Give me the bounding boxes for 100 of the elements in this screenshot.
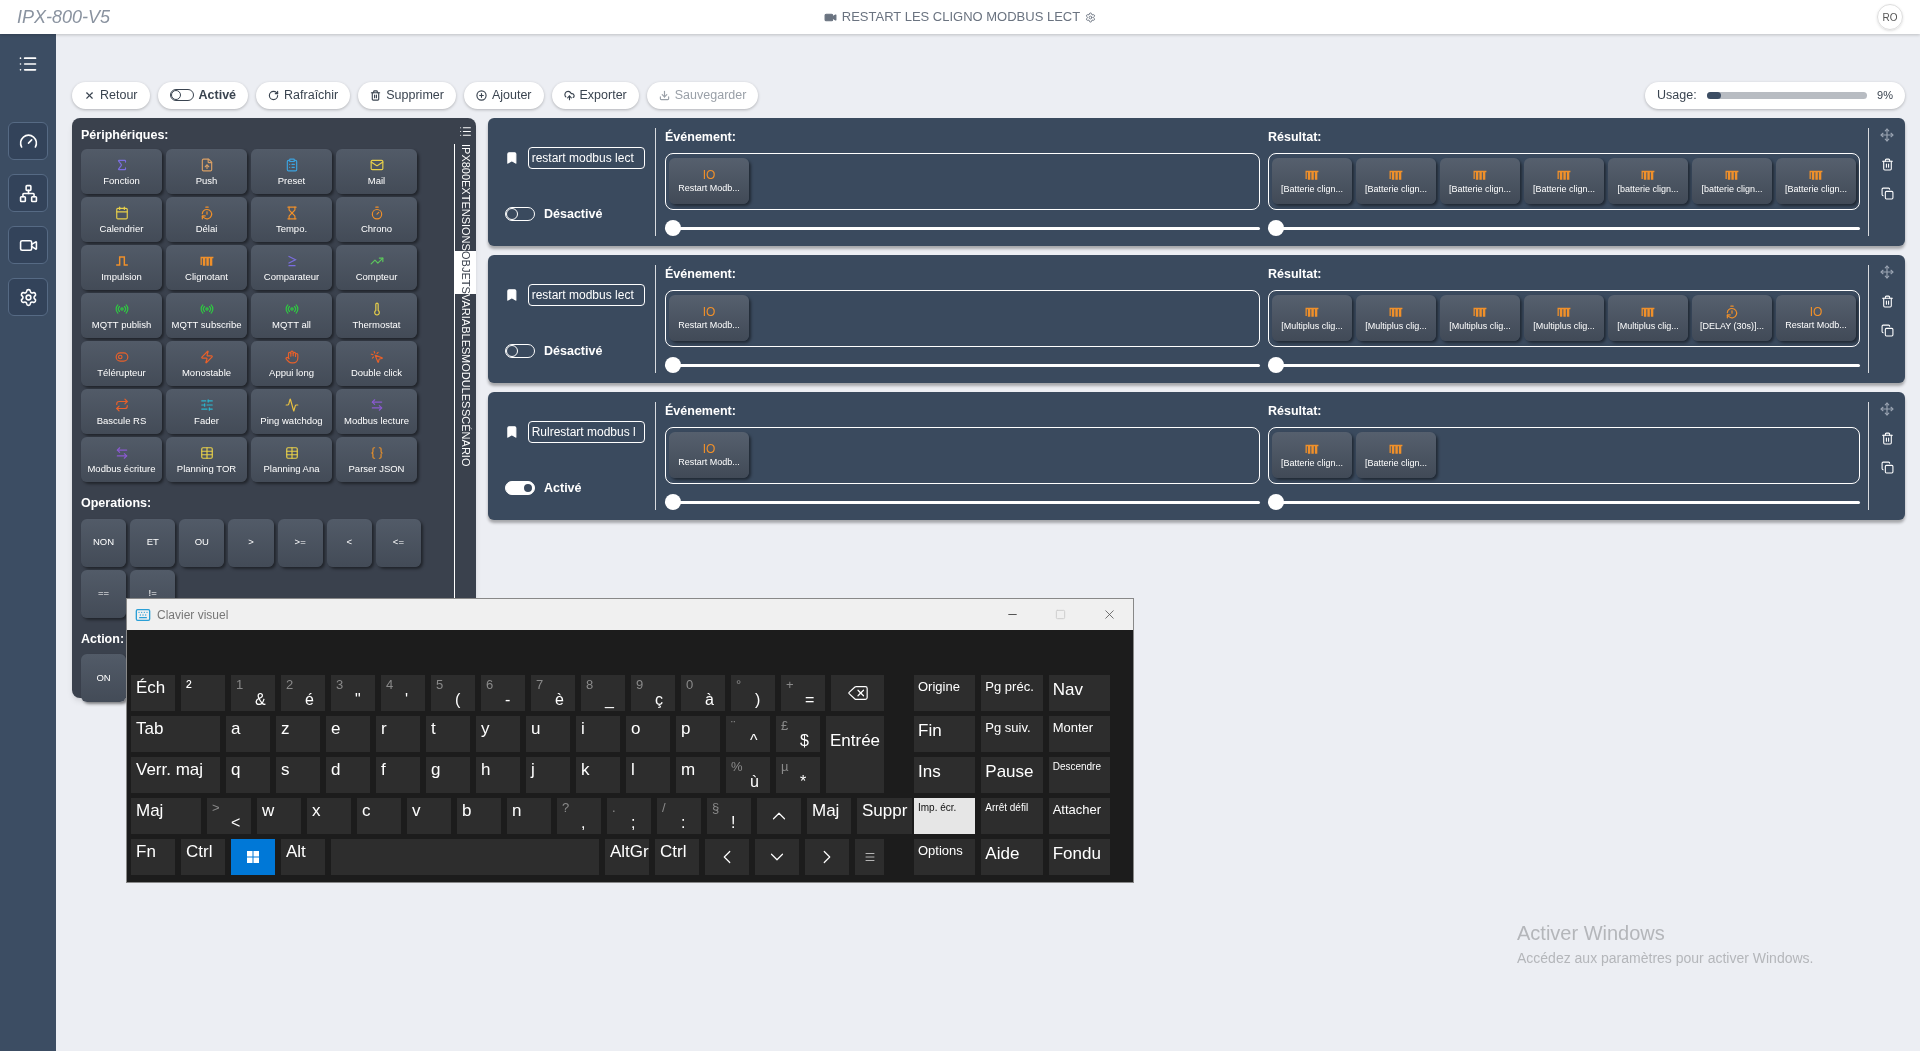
key[interactable]: g	[426, 757, 470, 793]
slider-thumb[interactable]	[665, 220, 681, 236]
block-tile[interactable]: [Multiplus clig...	[1272, 295, 1352, 342]
key[interactable]: Suppr	[857, 798, 913, 834]
key[interactable]: m	[676, 757, 720, 793]
block-tile[interactable]: IO Restart Modb...	[669, 158, 749, 205]
key[interactable]: ° )	[731, 675, 775, 711]
key[interactable]: Pg préc.	[981, 675, 1043, 711]
key[interactable]: Options	[914, 839, 976, 875]
key[interactable]: b	[457, 798, 501, 834]
slider-thumb[interactable]	[1268, 494, 1284, 510]
key[interactable]: 7 è	[531, 675, 575, 711]
vertical-tab[interactable]: EXTENSIONS	[455, 180, 476, 251]
key[interactable]: h	[476, 757, 520, 793]
key[interactable]	[831, 675, 884, 711]
block-tile[interactable]: [Multiplus clig...	[1440, 295, 1520, 342]
palette-tile[interactable]: Calendrier	[81, 196, 162, 242]
key[interactable]: Fondu	[1048, 839, 1110, 875]
toolbar-button[interactable]: Ajouter	[463, 81, 544, 109]
key[interactable]: Monter	[1048, 716, 1110, 752]
slider[interactable]	[665, 357, 1260, 373]
operation-tile[interactable]: <=	[375, 518, 421, 567]
block-tile[interactable]: IO Restart Modb...	[1776, 295, 1856, 342]
key[interactable]: 4 '	[381, 675, 425, 711]
palette-tile[interactable]: Ping watchdog	[251, 388, 332, 434]
block-tile[interactable]: [DELAY (30s)]...	[1692, 295, 1772, 342]
operation-tile[interactable]: ==	[81, 569, 127, 618]
key[interactable]: Éch	[131, 675, 175, 711]
copy-icon[interactable]	[1880, 324, 1894, 337]
palette-tile[interactable]: Modbus écriture	[81, 436, 162, 482]
key[interactable]: ²	[181, 675, 225, 711]
key[interactable]: Nav	[1048, 675, 1110, 711]
trash-icon[interactable]	[1880, 158, 1894, 171]
key[interactable]: p	[676, 716, 720, 752]
key[interactable]: Arrêt défil	[981, 798, 1043, 834]
operation-tile[interactable]: OU	[179, 518, 225, 567]
key[interactable]: % ù	[726, 757, 770, 793]
slider[interactable]	[1268, 494, 1860, 510]
operation-tile[interactable]: <	[326, 518, 372, 567]
list-icon[interactable]	[458, 125, 472, 138]
palette-tile[interactable]: Tempo.	[251, 196, 332, 242]
key[interactable]: Pg suiv.	[981, 716, 1043, 752]
sidebar-button[interactable]	[8, 174, 48, 212]
key[interactable]: + =	[781, 675, 825, 711]
trash-icon[interactable]	[1880, 432, 1894, 445]
palette-tile[interactable]: Télérupteur	[81, 340, 162, 386]
key[interactable]: 6 -	[481, 675, 525, 711]
toolbar-button[interactable]: Activé	[157, 81, 249, 109]
palette-tile[interactable]: Clignotant	[166, 244, 247, 290]
key[interactable]: u	[526, 716, 570, 752]
block-tile[interactable]: [Multiplus clig...	[1608, 295, 1688, 342]
operation-tile[interactable]: NON	[81, 518, 127, 567]
key[interactable]: £ $	[776, 716, 820, 752]
palette-tile[interactable]: Parser JSON	[336, 436, 417, 482]
key[interactable]: e	[326, 716, 370, 752]
key[interactable]: 3 "	[331, 675, 375, 711]
toolbar-button[interactable]: Exporter	[551, 81, 639, 109]
key[interactable]: w	[257, 798, 301, 834]
key[interactable]: t	[426, 716, 470, 752]
palette-tile[interactable]: Délai	[166, 196, 247, 242]
palette-tile[interactable]: Planning Ana	[251, 436, 332, 482]
key[interactable]: j	[526, 757, 570, 793]
key[interactable]: ? ,	[557, 798, 601, 834]
slider-thumb[interactable]	[665, 494, 681, 510]
palette-tile[interactable]: Bascule RS	[81, 388, 162, 434]
rule-name-field[interactable]: restart modbus lect	[527, 284, 645, 306]
close-icon[interactable]	[1102, 607, 1117, 622]
vertical-tab[interactable]: MODULES	[455, 354, 476, 409]
key[interactable]: 8 _	[581, 675, 625, 711]
key[interactable]: r	[376, 716, 420, 752]
key[interactable]: Pause	[981, 757, 1043, 793]
key[interactable]: Alt	[281, 839, 325, 875]
palette-tile[interactable]: MQTT all	[251, 292, 332, 338]
palette-tile[interactable]: Thermostat	[336, 292, 417, 338]
palette-tile[interactable]: Monostable	[166, 340, 247, 386]
operation-tile[interactable]: >	[228, 518, 274, 567]
toolbar-button[interactable]: Retour	[72, 81, 150, 109]
move-icon[interactable]	[1880, 128, 1894, 142]
palette-tile[interactable]: Fonction	[81, 148, 162, 194]
sidebar-button[interactable]	[8, 122, 48, 160]
key[interactable]: Tab	[131, 716, 220, 752]
key[interactable]: 9 ç	[631, 675, 675, 711]
action-tile[interactable]: ON	[81, 654, 126, 703]
palette-tile[interactable]: MQTT publish	[81, 292, 162, 338]
slider[interactable]	[665, 494, 1260, 510]
slider[interactable]	[665, 220, 1260, 236]
key[interactable]: d	[326, 757, 370, 793]
palette-tile[interactable]: Double click	[336, 340, 417, 386]
key[interactable]: 5 (	[431, 675, 475, 711]
key[interactable]: Imp. écr.	[914, 798, 976, 834]
key[interactable]: Descendre	[1048, 757, 1110, 793]
list-icon[interactable]	[18, 54, 38, 74]
block-tile[interactable]: [Batterie clign...	[1776, 158, 1856, 205]
key[interactable]: Ctrl	[655, 839, 699, 875]
palette-tile[interactable]: Preset	[251, 148, 332, 194]
key[interactable]: 1 &	[231, 675, 275, 711]
key[interactable]: q	[226, 757, 270, 793]
key[interactable]: Ctrl	[181, 839, 225, 875]
block-tile[interactable]: [Batterie clign...	[1356, 432, 1436, 479]
operation-tile[interactable]: >=	[277, 518, 323, 567]
